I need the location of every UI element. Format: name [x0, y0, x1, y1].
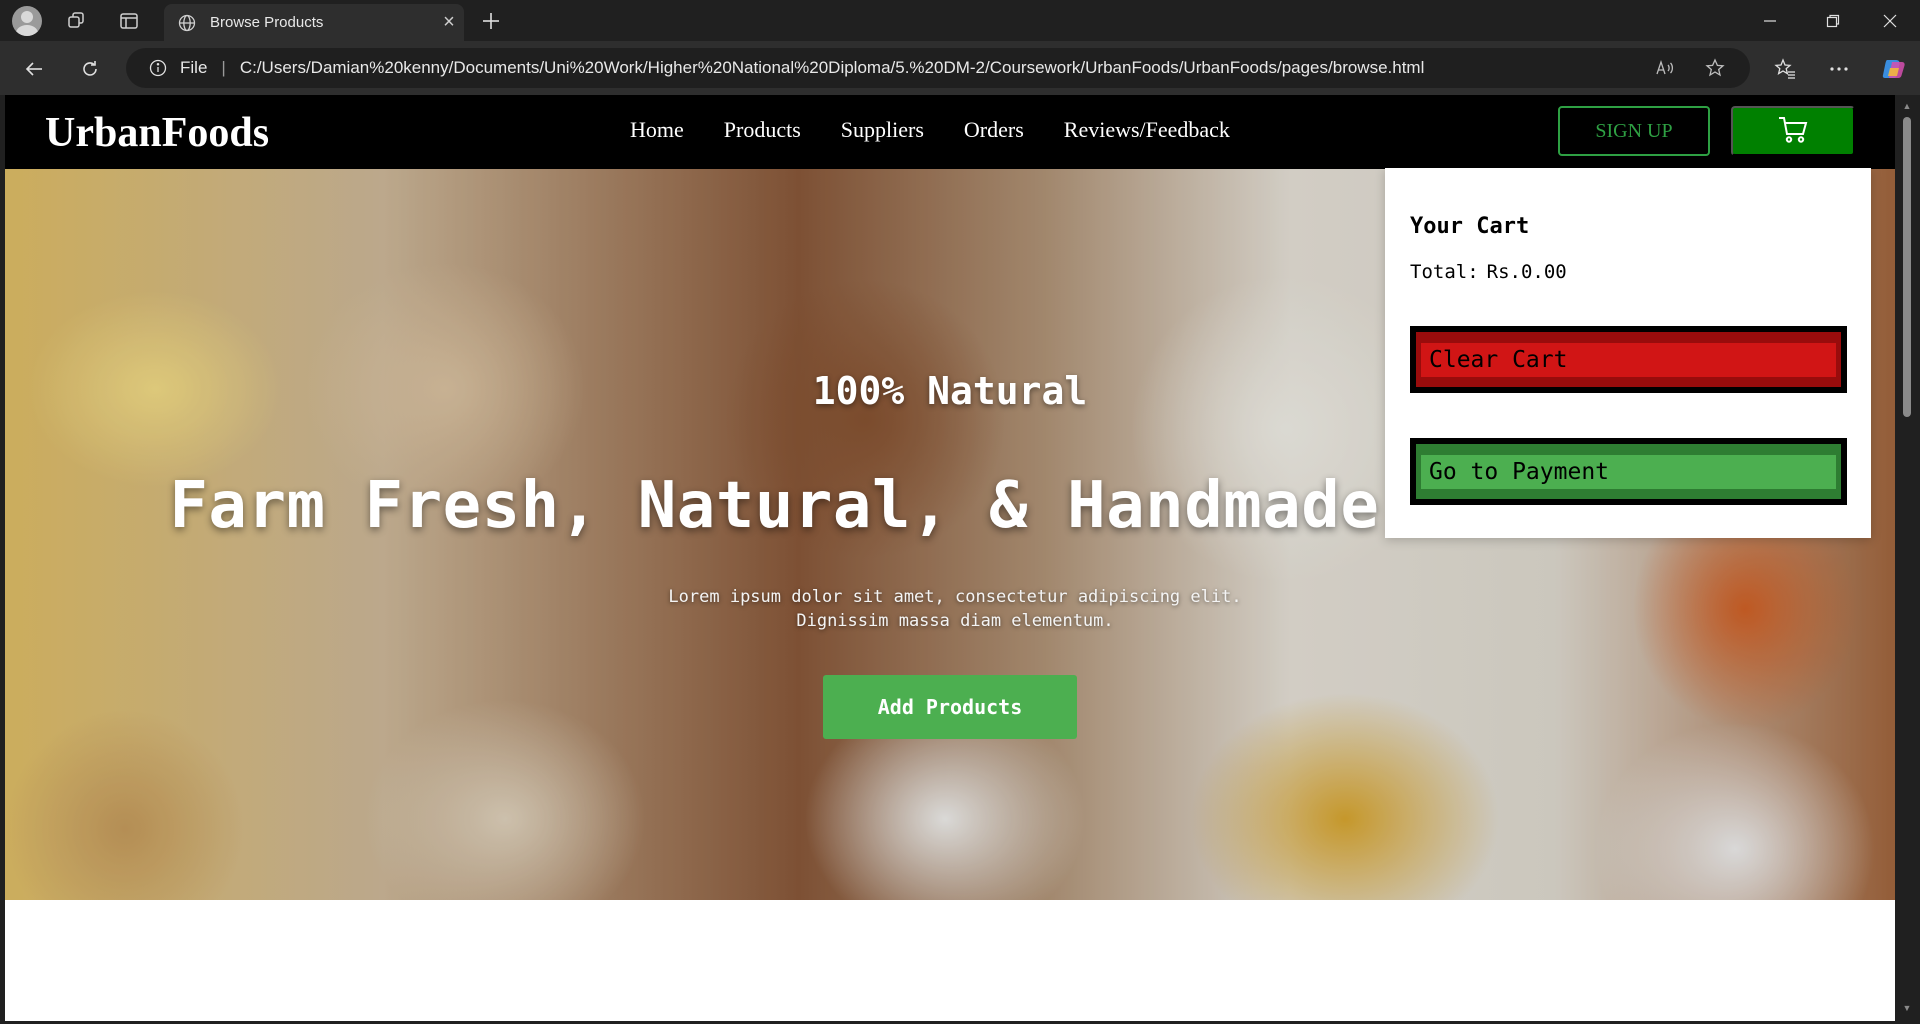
tab-actions-icon[interactable]	[114, 6, 144, 36]
go-to-payment-button[interactable]: Go to Payment	[1410, 438, 1847, 505]
clear-cart-label: Clear Cart	[1421, 342, 1836, 377]
reload-icon[interactable]	[72, 51, 108, 87]
nav-suppliers[interactable]: Suppliers	[841, 117, 924, 143]
tab-browse-products[interactable]: Browse Products ×	[164, 4, 464, 41]
workspaces-icon[interactable]	[62, 6, 92, 36]
nav-reviews-feedback[interactable]: Reviews/Feedback	[1064, 117, 1230, 143]
page-scrollbar[interactable]: ▲ ▼	[1897, 95, 1917, 1021]
nav-home[interactable]: Home	[630, 117, 684, 143]
restore-icon[interactable]	[1803, 0, 1863, 41]
copilot-icon[interactable]	[1876, 51, 1912, 87]
clear-cart-button[interactable]: Clear Cart	[1410, 326, 1847, 393]
hero-subtitle: Lorem ipsum dolor sit amet, consectetur …	[565, 585, 1345, 633]
cart-panel: Your Cart Total: Rs.0.00 Clear Cart Go to…	[1385, 168, 1871, 538]
go-to-payment-label: Go to Payment	[1421, 454, 1836, 489]
more-options-icon[interactable]	[1821, 51, 1857, 87]
new-tab-icon[interactable]	[476, 6, 506, 36]
hero-subtitle-line-2: Dignissim massa diam elementum.	[796, 611, 1114, 631]
main-nav: Home Products Suppliers Orders Reviews/F…	[630, 117, 1230, 143]
nav-products[interactable]: Products	[724, 117, 801, 143]
shopping-cart-icon	[1778, 116, 1808, 147]
add-products-button[interactable]: Add Products	[823, 675, 1077, 739]
minimize-icon[interactable]	[1740, 0, 1800, 41]
favorites-icon[interactable]	[1767, 51, 1803, 87]
page-viewport: UrbanFoods Home Products Suppliers Order…	[5, 95, 1895, 1021]
site-info-icon[interactable]	[146, 56, 170, 80]
cart-total: Total: Rs.0.00	[1410, 261, 1847, 283]
scroll-thumb[interactable]	[1903, 117, 1911, 417]
back-icon[interactable]	[16, 51, 52, 87]
browser-toolbar: File | C:/Users/Damian%20kenny/Documents…	[0, 41, 1920, 95]
globe-icon	[176, 12, 198, 34]
scroll-down-icon[interactable]: ▼	[1901, 1003, 1913, 1015]
sign-up-button[interactable]: SIGN UP	[1558, 106, 1710, 156]
nav-orders[interactable]: Orders	[964, 117, 1024, 143]
cart-title: Your Cart	[1410, 214, 1530, 239]
site-header: UrbanFoods Home Products Suppliers Order…	[5, 95, 1895, 169]
read-aloud-icon[interactable]	[1650, 53, 1680, 83]
favorite-star-icon[interactable]	[1700, 53, 1730, 83]
scroll-up-icon[interactable]: ▲	[1901, 101, 1913, 113]
close-tab-icon[interactable]: ×	[434, 8, 464, 38]
profile-avatar[interactable]	[12, 6, 42, 36]
address-bar[interactable]: File | C:/Users/Damian%20kenny/Documents…	[126, 48, 1750, 88]
address-scheme: File	[180, 58, 208, 77]
site-logo[interactable]: UrbanFoods	[45, 109, 269, 157]
close-window-icon[interactable]	[1860, 0, 1920, 41]
address-url[interactable]: C:/Users/Damian%20kenny/Documents/Uni%20…	[240, 58, 1750, 78]
hero-subtitle-line-1: Lorem ipsum dolor sit amet, consectetur …	[668, 587, 1242, 607]
cart-total-value: Rs.0.00	[1486, 261, 1567, 283]
address-separator: |	[221, 58, 226, 77]
browser-tab-bar: Browse Products ×	[0, 0, 1920, 41]
cart-total-label: Total:	[1410, 261, 1479, 283]
tab-title: Browse Products	[210, 14, 324, 31]
cart-button[interactable]	[1731, 106, 1855, 156]
